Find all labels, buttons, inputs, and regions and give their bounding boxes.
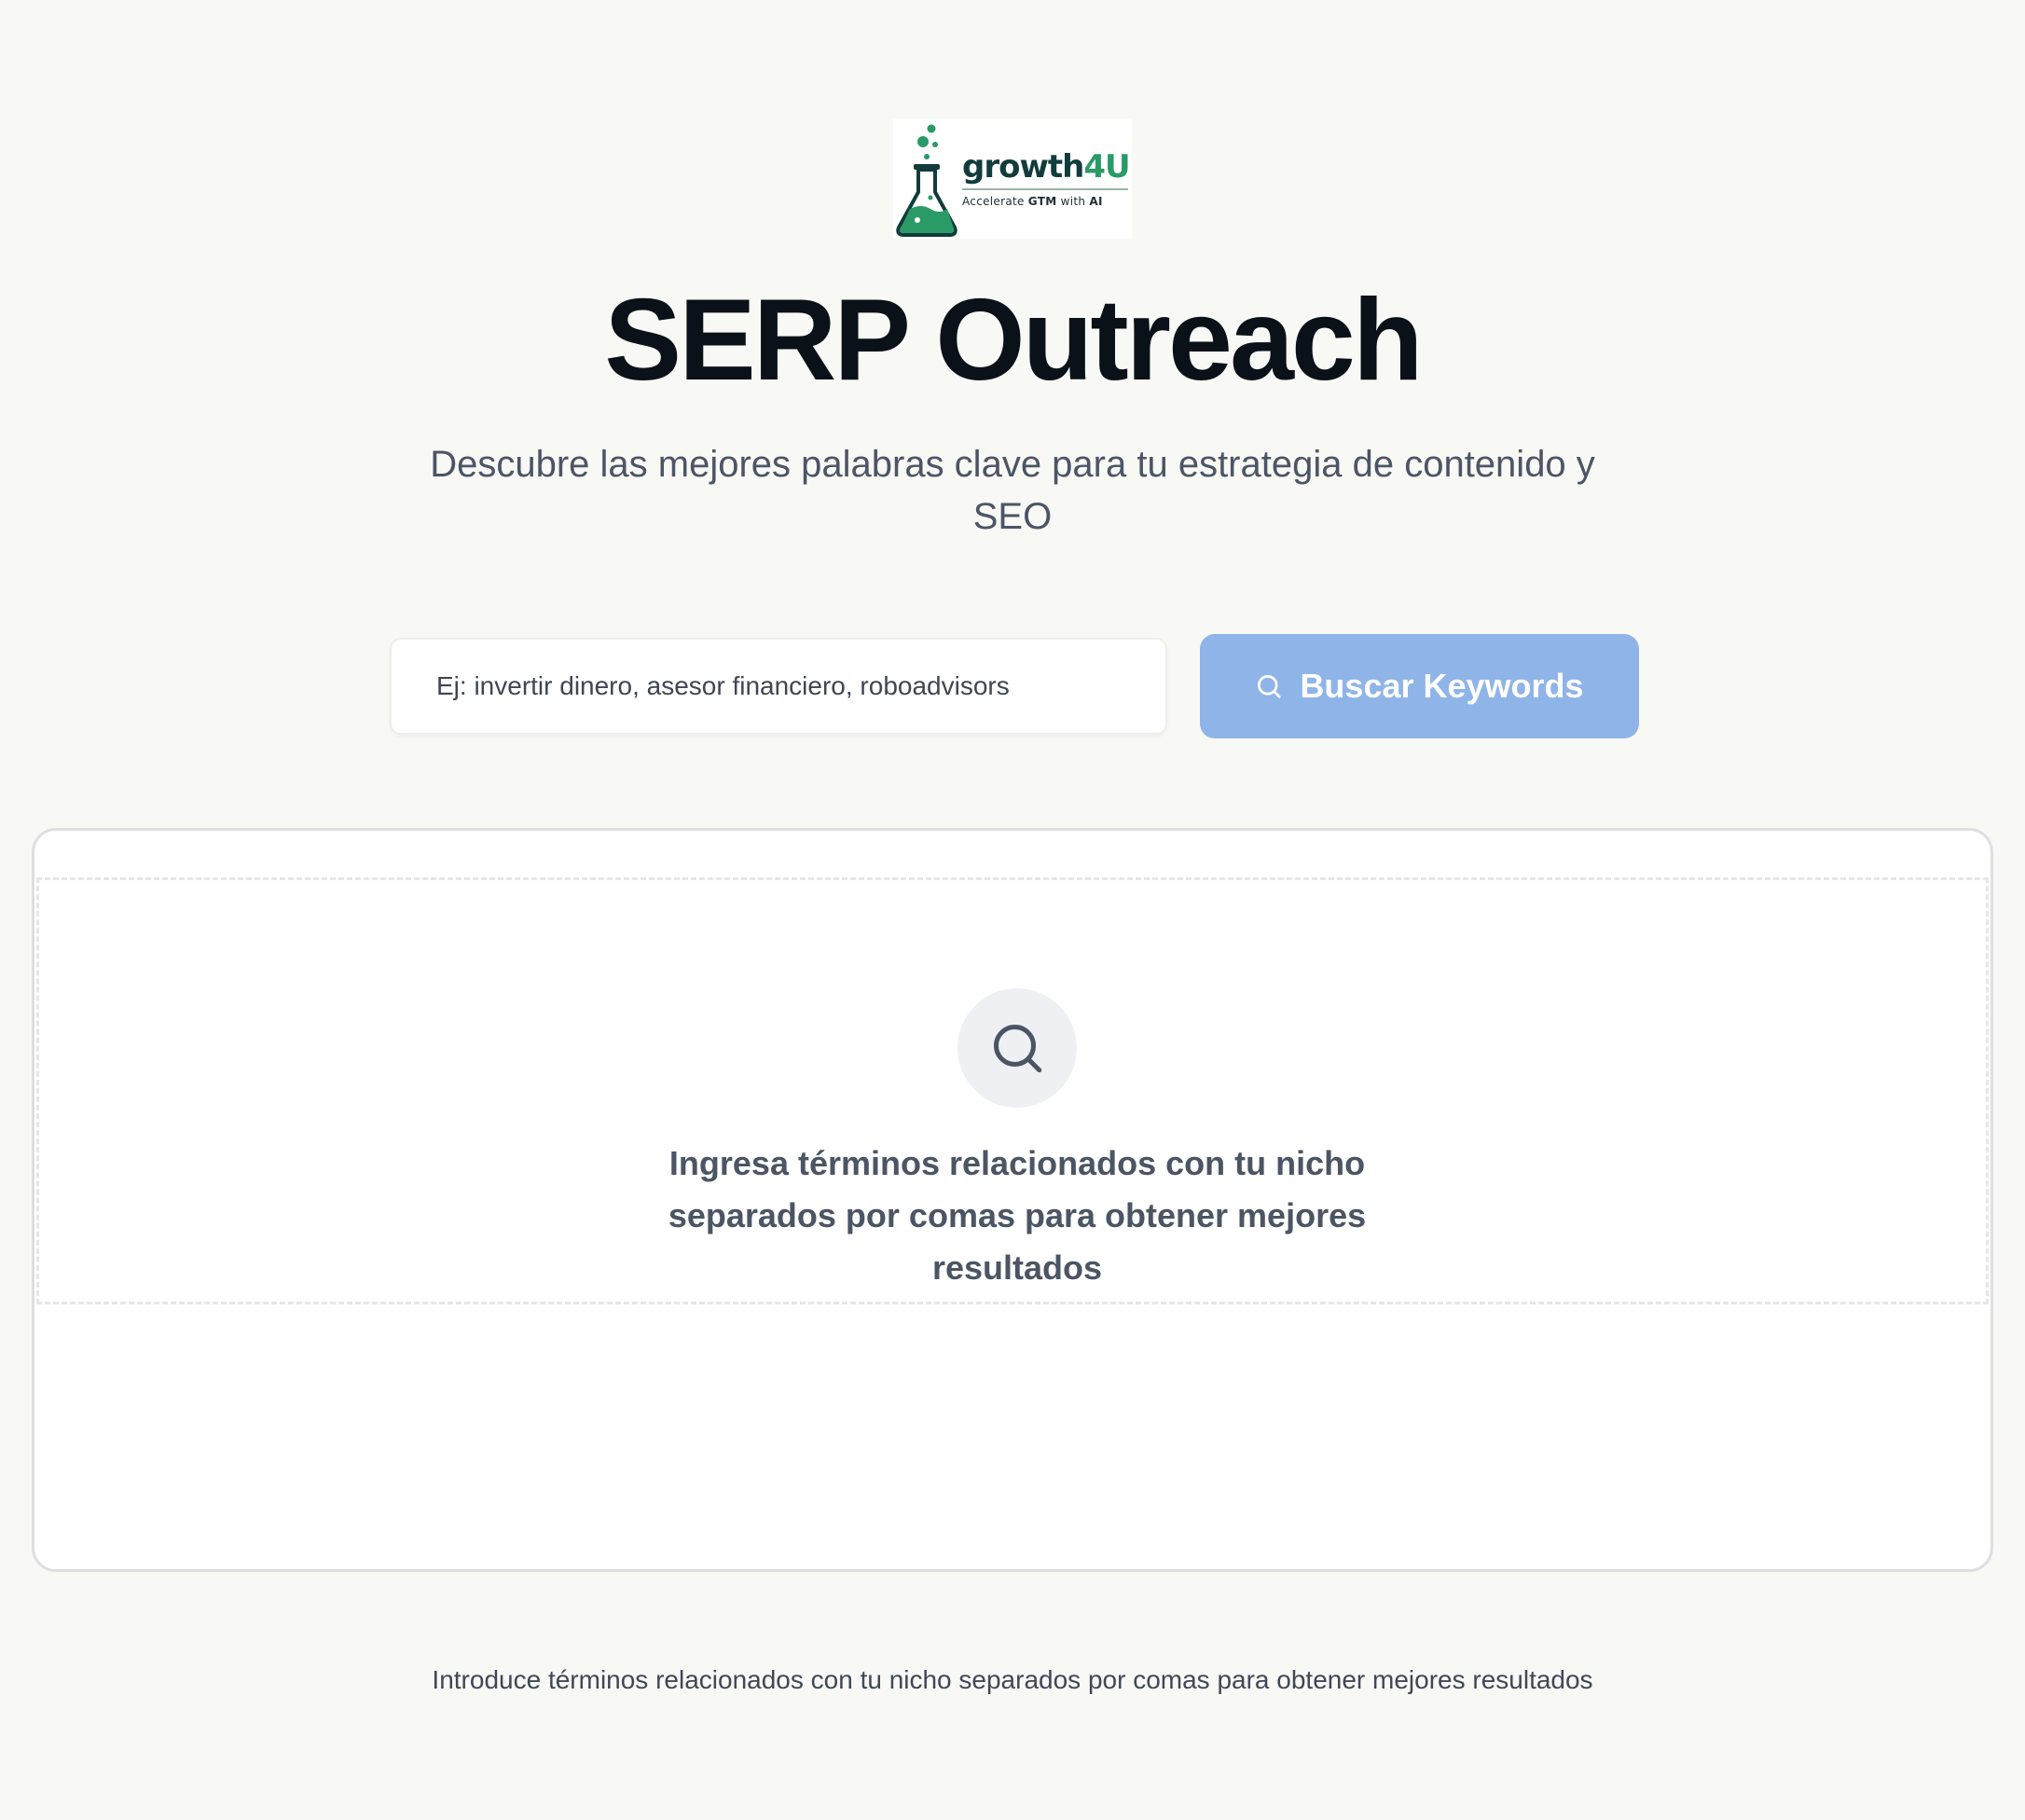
page: growth4U Accelerate GTM with AI SERP Out… xyxy=(0,0,2025,1820)
keyword-search-input[interactable] xyxy=(390,638,1167,735)
page-subtitle: Descubre las mejores palabras clave para… xyxy=(430,444,1595,537)
growth4u-logo: growth4U Accelerate GTM with AI xyxy=(893,119,1132,239)
results-panel: Ingresa términos relacionados con tu nic… xyxy=(32,828,1993,1572)
search-keywords-button[interactable]: Buscar Keywords xyxy=(1200,634,1639,738)
logo-tagline: Accelerate GTM with AI xyxy=(962,195,1103,208)
empty-state: Ingresa términos relacionados con tu nic… xyxy=(36,877,1989,1304)
search-icon xyxy=(994,1025,1042,1073)
flask-icon xyxy=(896,124,957,237)
page-title: SERP Outreach xyxy=(604,276,1423,405)
logo-divider xyxy=(962,188,1128,190)
logo-brand-text: growth4U xyxy=(962,148,1131,186)
search-button-label: Buscar Keywords xyxy=(1300,667,1584,705)
footer-hint: Introduce términos relacionados con tu n… xyxy=(432,1665,1593,1694)
search-icon xyxy=(1255,672,1283,700)
logo-wordmark: growth4U Accelerate GTM with AI xyxy=(962,148,1131,208)
empty-state-message: Ingresa términos relacionados con tu nic… xyxy=(668,1144,1367,1287)
empty-state-icon-badge xyxy=(957,988,1077,1108)
